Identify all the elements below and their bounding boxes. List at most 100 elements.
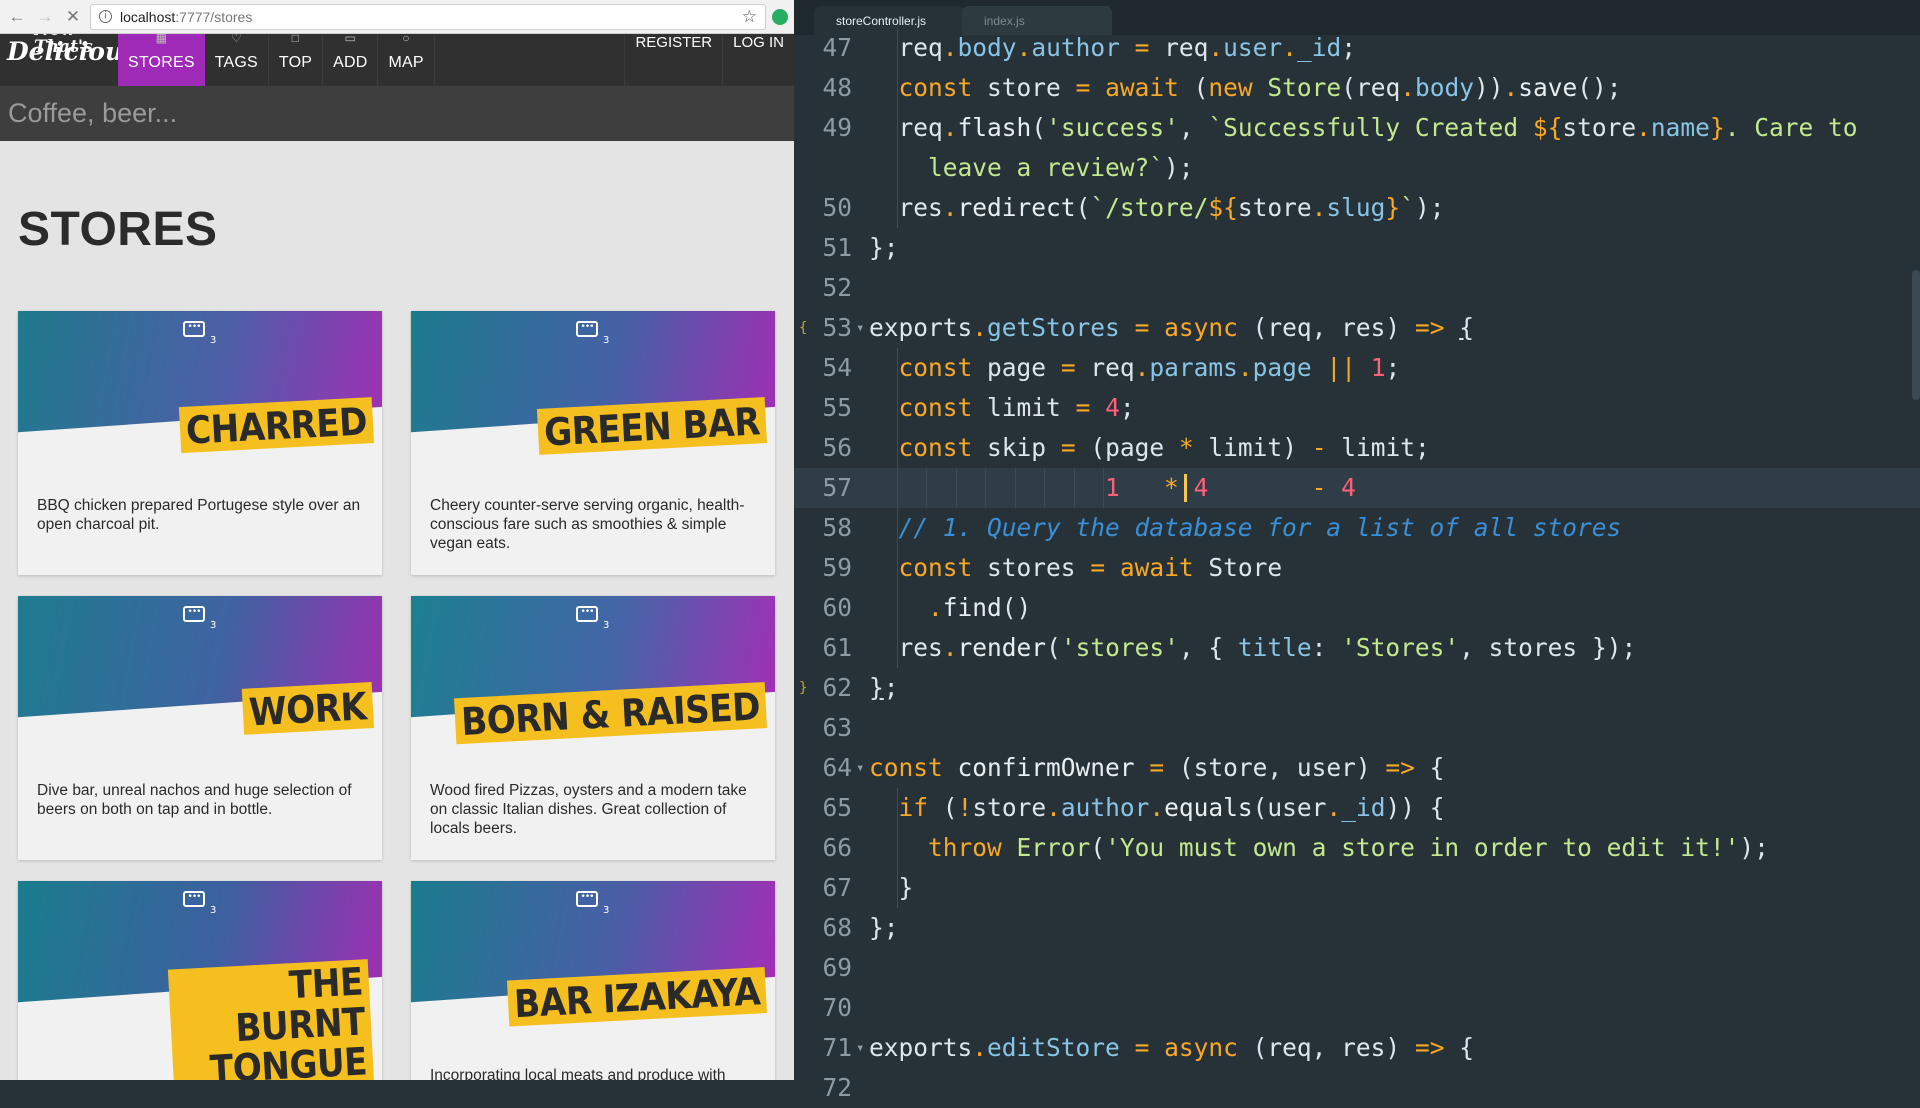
comment-icon[interactable]: ••• <box>576 321 598 337</box>
store-card[interactable]: ••• 3 WORK Dive bar, unreal nachos and huge… <box>18 596 382 860</box>
code-line[interactable]: 64 ▾ const confirmOwner = (store, user) =>… <box>794 748 1920 788</box>
url-text[interactable]: localhost:7777/stores <box>120 9 734 25</box>
code-line[interactable]: 58 // 1. Query the database for a list o… <box>794 508 1920 548</box>
code-line[interactable]: 69 <box>794 948 1920 988</box>
code-line[interactable]: 59 const stores = await Store <box>794 548 1920 588</box>
store-name[interactable]: THE BURNT TONGUE <box>167 959 374 1080</box>
line-number: 57 <box>822 473 852 502</box>
comment-icon[interactable]: ••• <box>183 321 205 337</box>
code-text: } <box>869 873 914 902</box>
line-number: 55 <box>822 393 852 422</box>
register-link[interactable]: REGISTER <box>624 34 722 86</box>
store-card[interactable]: ••• 3 BAR IZAKAYA Incorporating local meats… <box>411 881 775 1080</box>
info-icon[interactable]: i <box>99 10 112 23</box>
nav-add-label: ADD <box>333 54 368 71</box>
code-text: req.body.author = req.user._id; <box>898 33 1356 62</box>
search-input[interactable] <box>8 98 786 129</box>
code-line[interactable]: 50 res.redirect(`/store/${store.slug}`); <box>794 188 1920 228</box>
line-number: 50 <box>822 193 852 222</box>
stop-loading-icon[interactable]: ✕ <box>62 6 84 28</box>
site-navigation: Now That's Delicious! ▦ STORES ♡ TAGS □ … <box>0 31 794 86</box>
line-number: 70 <box>822 993 852 1022</box>
nav-map[interactable]: ○ MAP <box>378 31 435 86</box>
forward-arrow-icon[interactable]: → <box>34 6 56 28</box>
code-line[interactable]: 49 req.flash('success', `Successfully Cr… <box>794 108 1920 148</box>
store-description: Incorporating local meats and produce wi… <box>430 1067 726 1080</box>
code-line[interactable]: 65 if (!store.author.equals(user._id)) { <box>794 788 1920 828</box>
line-number: 48 <box>822 73 852 102</box>
code-text: }; <box>869 233 899 262</box>
line-number: 51 <box>822 233 852 262</box>
login-link[interactable]: LOG IN <box>722 34 794 86</box>
back-arrow-icon[interactable]: ← <box>6 6 28 28</box>
comment-icon[interactable]: ••• <box>183 606 205 622</box>
code-line[interactable]: 51}; <box>794 228 1920 268</box>
fold-arrow-icon[interactable]: ▾ <box>856 748 864 788</box>
code-line[interactable]: 55 const limit = 4; <box>794 388 1920 428</box>
code-line[interactable]: 70 <box>794 988 1920 1028</box>
address-bar[interactable]: i localhost:7777/stores ☆ <box>90 3 766 30</box>
nav-stores[interactable]: ▦ STORES <box>118 31 205 86</box>
nav-map-label: MAP <box>388 54 424 71</box>
code-line[interactable]: 71 ▾ exports.editStore = async (req, res) … <box>794 1028 1920 1068</box>
code-text: throw Error('You must own a store in ord… <box>928 833 1769 862</box>
comment-icon[interactable]: ••• <box>576 606 598 622</box>
code-editor: storeController.js index.js 47 req.body.… <box>794 0 1920 1102</box>
code-text: .find() <box>928 593 1032 622</box>
code-line[interactable]: 60 .find() <box>794 588 1920 628</box>
code-text: exports.getStores = async (req, res) => … <box>869 313 1474 342</box>
nav-tags[interactable]: ♡ TAGS <box>205 31 269 86</box>
code-line[interactable]: 54 const page = req.params.page || 1; <box>794 348 1920 388</box>
code-line[interactable]: 72 <box>794 1068 1920 1108</box>
code-line[interactable]: 63 <box>794 708 1920 748</box>
comment-count: 3 <box>603 905 610 916</box>
fold-arrow-icon[interactable]: ▾ <box>856 308 864 348</box>
code-line[interactable]: leave a review?`); <box>794 148 1920 188</box>
store-card[interactable]: ••• 3 THE BURNT TONGUE <box>18 881 382 1080</box>
comment-icon[interactable]: ••• <box>183 891 205 907</box>
code-line[interactable]: 61 res.render('stores', { title: 'Stores… <box>794 628 1920 668</box>
add-icon: ▭ <box>344 31 357 45</box>
line-number: 63 <box>822 713 852 742</box>
line-number: 69 <box>822 953 852 982</box>
store-card[interactable]: ••• 3 GREEN BAR Cheery counter-serve servin… <box>411 311 775 575</box>
line-number: 59 <box>822 553 852 582</box>
store-name[interactable]: WORK <box>242 682 374 735</box>
current-code-line[interactable]: 57 1 * 4 - 4 <box>794 468 1920 508</box>
text-cursor <box>1184 474 1187 502</box>
code-line[interactable]: {53 ▾ exports.getStores = async (req, res)… <box>794 308 1920 348</box>
store-card[interactable]: ••• 3 CHARRED BBQ chicken prepared Portuges… <box>18 311 382 575</box>
code-text: const stores = await Store <box>898 553 1283 582</box>
code-line[interactable]: 67 } <box>794 868 1920 908</box>
nav-tags-label: TAGS <box>214 54 258 71</box>
comment-count: 3 <box>603 620 610 631</box>
comment-icon[interactable]: ••• <box>576 891 598 907</box>
nav-top[interactable]: □ TOP <box>269 31 324 86</box>
code-text: if (!store.author.equals(user._id)) { <box>898 793 1445 822</box>
extension-icon[interactable] <box>772 8 788 25</box>
code-line[interactable]: 48 const store = await (new Store(req.bo… <box>794 68 1920 108</box>
code-line[interactable]: 56 const skip = (page * limit) - limit; <box>794 428 1920 468</box>
code-text: res.redirect(`/store/${store.slug}`); <box>898 193 1445 222</box>
code-line[interactable]: 68}; <box>794 908 1920 948</box>
code-line[interactable]: 47 req.body.author = req.user._id; <box>794 28 1920 68</box>
comment-count: 3 <box>210 335 217 346</box>
code-line[interactable]: 52 <box>794 268 1920 308</box>
editor-scrollbar[interactable] <box>1912 270 1920 400</box>
line-number: 60 <box>822 593 852 622</box>
store-card[interactable]: ••• 3 BORN & RAISED Wood fired Pizzas, oyst… <box>411 596 775 860</box>
bookmark-star-icon[interactable]: ☆ <box>742 7 757 27</box>
store-description: Dive bar, unreal nachos and huge selecti… <box>37 782 352 818</box>
trophy-icon: □ <box>291 31 300 45</box>
site-logo[interactable]: Now That's Delicious! <box>0 34 118 86</box>
code-line[interactable]: 66 throw Error('You must own a store in … <box>794 828 1920 868</box>
line-number: 67 <box>822 873 852 902</box>
code-text: leave a review?`); <box>928 153 1194 182</box>
fold-arrow-icon[interactable]: ▾ <box>856 1028 864 1068</box>
code-text: }; <box>869 913 899 942</box>
code-text: res.render('stores', { title: 'Stores', … <box>898 633 1637 662</box>
nav-add[interactable]: ▭ ADD <box>323 31 379 86</box>
code-area[interactable]: 47 req.body.author = req.user._id; 48 con… <box>794 28 1920 1108</box>
code-line[interactable]: } 62}; <box>794 668 1920 708</box>
